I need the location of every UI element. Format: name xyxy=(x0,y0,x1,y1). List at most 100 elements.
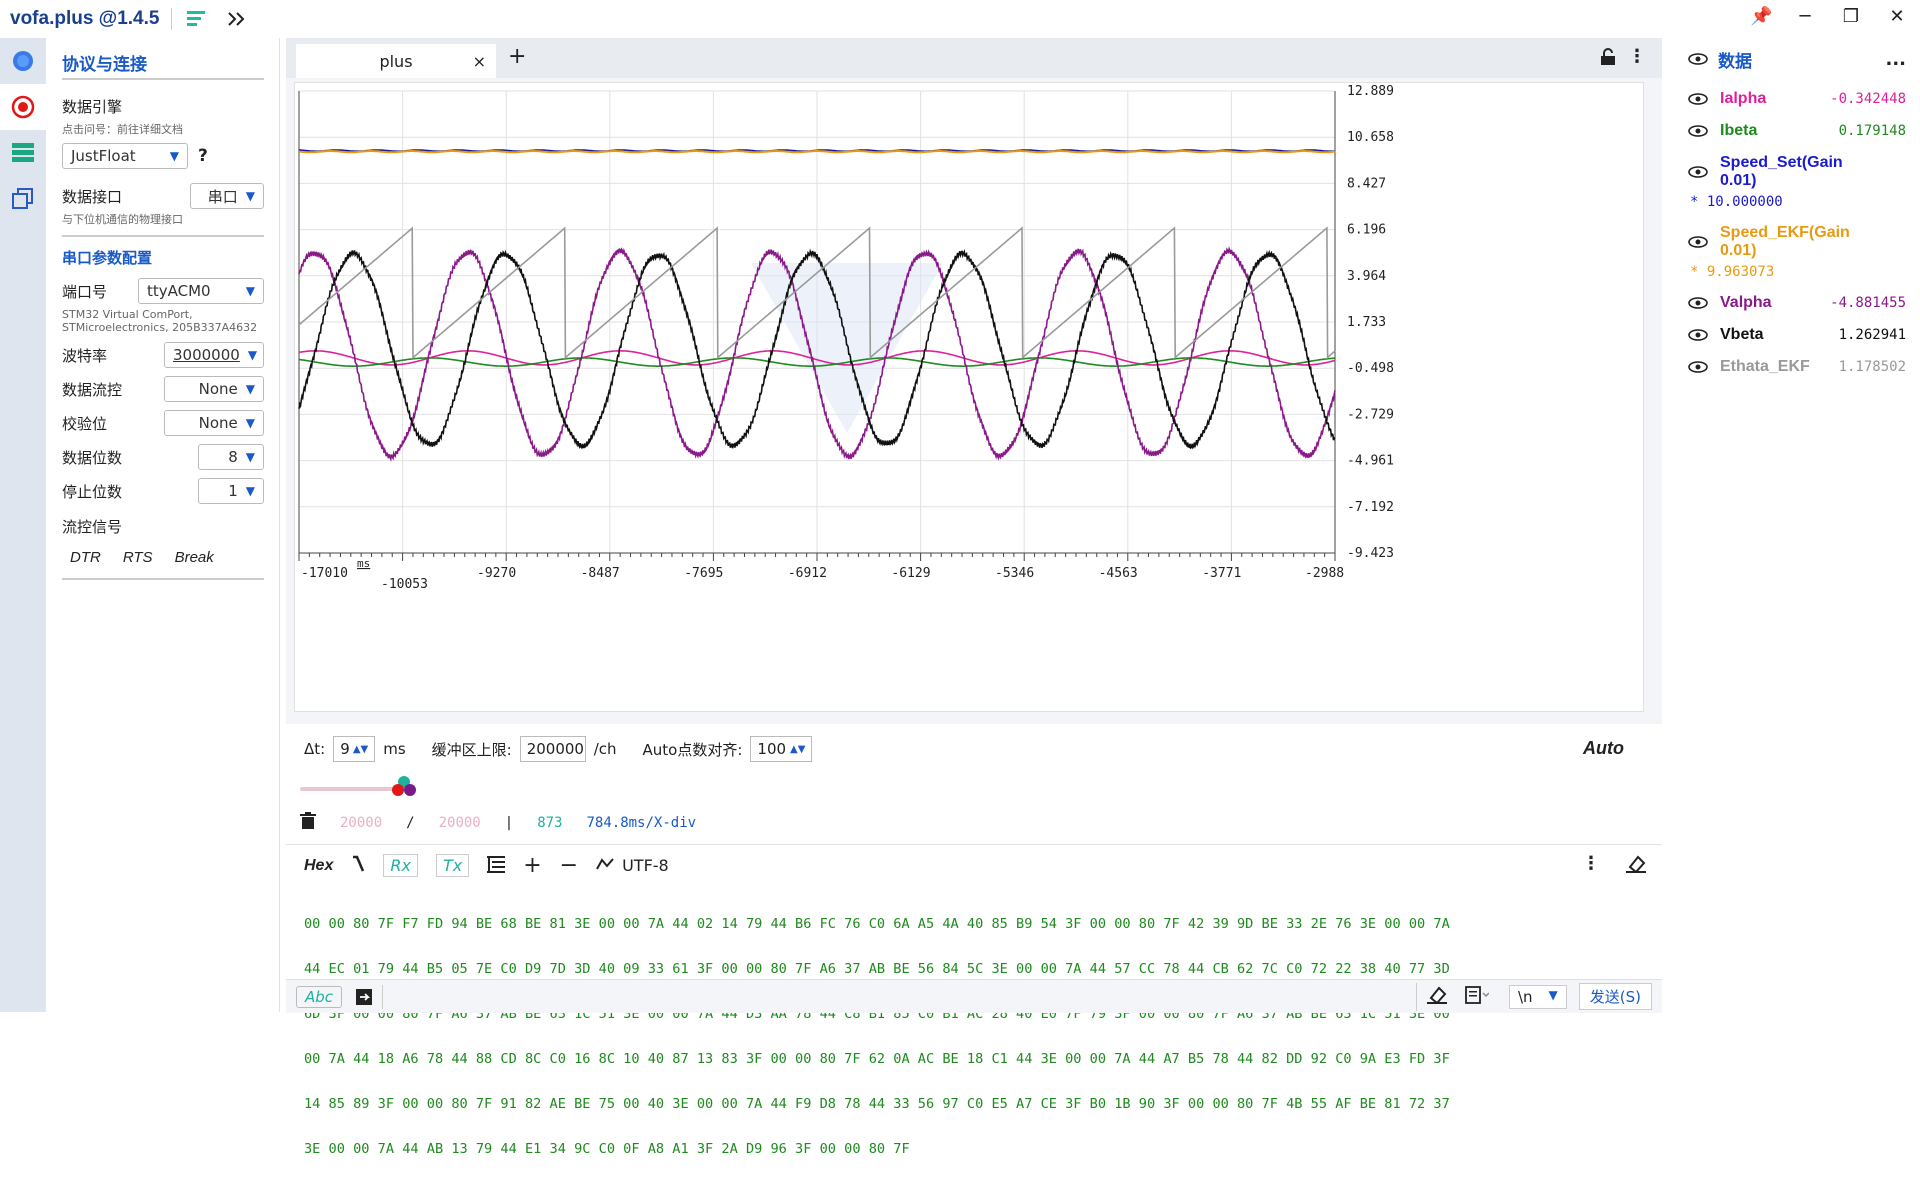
send-button[interactable]: 发送(S) xyxy=(1578,983,1652,1010)
port-desc-1: STM32 Virtual ComPort, xyxy=(62,308,193,321)
baud-label: 波特率 xyxy=(62,346,108,365)
baud-select[interactable]: 3000000 ▼ xyxy=(164,342,264,368)
iface-label: 数据接口 xyxy=(62,187,123,206)
text-mode-button[interactable]: Abc xyxy=(296,985,343,1008)
more-vert-icon[interactable]: ⋮ xyxy=(1582,853,1600,874)
channel-item[interactable]: Vbeta 1.262941 xyxy=(1688,326,1920,344)
parity-select[interactable]: None ▼ xyxy=(164,410,264,436)
pin-icon[interactable]: 📌 xyxy=(1750,6,1772,27)
channel-item[interactable]: Speed_Set(Gain 0.01) * 10.000000 xyxy=(1688,154,1920,210)
channel-value: * 9.963073 xyxy=(1690,264,1775,280)
eye-icon[interactable] xyxy=(1688,165,1710,179)
newline-select[interactable]: \n ▼ xyxy=(1508,984,1567,1009)
parity-label: 校验位 xyxy=(62,414,108,433)
windows-icon[interactable] xyxy=(0,176,46,222)
y-tick-label: 8.427 xyxy=(1347,176,1386,191)
hex-toggle-button[interactable]: Hex xyxy=(304,857,333,875)
stopbits-label: 停止位数 xyxy=(62,482,123,501)
engine-label: 数据引擎 xyxy=(62,98,123,116)
dt-input[interactable]: 9 ▲▼ xyxy=(333,736,376,762)
encoding-label[interactable]: UTF-8 xyxy=(622,856,669,875)
auto-align-input[interactable]: 100 ▲▼ xyxy=(750,736,813,762)
port-label: 端口号 xyxy=(62,282,108,301)
eye-icon[interactable] xyxy=(1688,124,1710,138)
stopbits-select-value: 1 xyxy=(228,482,238,500)
flow-label: 数据流控 xyxy=(62,380,123,399)
zoom-in-icon[interactable]: + xyxy=(523,853,541,878)
eraser-icon[interactable] xyxy=(1626,855,1646,877)
eye-icon[interactable] xyxy=(1688,235,1710,249)
restore-button[interactable]: ❐ xyxy=(1842,6,1860,27)
spin-icon[interactable]: ▲▼ xyxy=(790,744,805,755)
iface-select[interactable]: 串口 ▼ xyxy=(190,183,264,209)
hex-line: 14 85 89 3F 00 00 80 7F 91 82 AE BE 75 0… xyxy=(304,1096,1450,1112)
eye-icon[interactable] xyxy=(1688,92,1710,106)
plot-area[interactable]: 12.889 10.658 8.427 6.196 3.964 1.733 -0.498 -2… xyxy=(294,82,1644,712)
dtr-button[interactable]: DTR xyxy=(70,549,101,566)
history-icon[interactable] xyxy=(1465,985,1490,1008)
port-select[interactable]: ttyACM0 ▼ xyxy=(138,278,264,304)
double-chevron-right-icon[interactable] xyxy=(224,6,250,32)
rts-button[interactable]: RTS xyxy=(123,549,153,566)
databits-select[interactable]: 8 ▼ xyxy=(198,444,264,470)
eye-icon[interactable] xyxy=(1688,296,1710,310)
cursor-icon[interactable] xyxy=(351,855,365,877)
channel-name: Vbeta xyxy=(1720,326,1764,343)
chevron-down-icon: ▼ xyxy=(245,382,255,396)
minimize-button[interactable]: ─ xyxy=(1796,6,1814,27)
connection-status-icon[interactable] xyxy=(0,38,46,84)
list-panel-icon[interactable] xyxy=(0,130,46,176)
more-horiz-icon[interactable]: ... xyxy=(1885,49,1906,70)
break-button[interactable]: Break xyxy=(175,549,214,566)
port-select-value: ttyACM0 xyxy=(147,282,211,300)
channel-item[interactable]: Ialpha -0.342448 xyxy=(1688,90,1920,108)
channel-item[interactable]: Ibeta 0.179148 xyxy=(1688,122,1920,140)
record-icon[interactable] xyxy=(0,84,46,130)
trash-icon[interactable] xyxy=(300,812,316,834)
x-tick-label: -3771 xyxy=(1202,566,1241,581)
more-vert-icon[interactable]: ⋮ xyxy=(1628,46,1646,67)
chevron-down-icon: ▼ xyxy=(245,416,255,430)
eye-icon[interactable] xyxy=(1688,51,1710,69)
x-tick-label: -10053 xyxy=(381,577,428,592)
spin-icon[interactable]: ▲▼ xyxy=(353,744,368,755)
send-file-icon[interactable] xyxy=(354,987,374,1007)
lock-open-icon[interactable] xyxy=(1600,48,1616,70)
buffer-input[interactable]: 200000 xyxy=(519,736,586,762)
tab-plus[interactable]: plus × xyxy=(296,44,496,78)
stat-slash: / xyxy=(406,815,415,831)
range-slider[interactable] xyxy=(300,776,424,800)
rx-toggle-button[interactable]: Rx xyxy=(383,854,418,877)
zoom-out-icon[interactable]: − xyxy=(560,853,578,878)
channel-item[interactable]: Speed_EKF(Gain 0.01) * 9.963073 xyxy=(1688,224,1920,280)
stopbits-select[interactable]: 1 ▼ xyxy=(198,478,264,504)
tab-close-icon[interactable]: × xyxy=(473,52,486,71)
serial-monitor: Hex Rx Tx + − UTF-8 ⋮ 00 00 80 7F F7 FD … xyxy=(286,844,1662,1157)
slider-handle-purple[interactable] xyxy=(404,784,416,796)
channel-list: Ialpha -0.342448 Ibeta 0.179148 Speed_Set(Ga… xyxy=(1688,90,1920,376)
menu-lines-icon[interactable] xyxy=(184,6,210,32)
wrap-text-icon[interactable] xyxy=(487,855,506,877)
divider xyxy=(62,578,264,580)
slider-handle-red[interactable] xyxy=(392,784,404,796)
send-input[interactable] xyxy=(383,982,1416,1012)
channel-name: Speed_EKF(Gain 0.01) xyxy=(1720,224,1850,259)
engine-select[interactable]: JustFloat ▼ xyxy=(62,143,188,169)
eye-icon[interactable] xyxy=(1688,328,1710,342)
close-button[interactable]: ✕ xyxy=(1888,6,1906,27)
auto-button[interactable]: Auto xyxy=(1583,738,1624,759)
channel-name: Valpha xyxy=(1720,294,1772,311)
channel-item[interactable]: Valpha -4.881455 xyxy=(1688,294,1920,312)
add-tab-button[interactable]: + xyxy=(508,44,526,69)
clear-input-icon[interactable] xyxy=(1426,986,1447,1008)
flow-select-value: None xyxy=(198,380,238,398)
help-link[interactable]: ? xyxy=(198,146,208,166)
chevron-down-icon: ▼ xyxy=(245,189,255,203)
flow-select[interactable]: None ▼ xyxy=(164,376,264,402)
section-title-serial: 串口参数配置 xyxy=(62,249,153,267)
channel-item[interactable]: Ethata_EKF 1.178502 xyxy=(1688,358,1920,376)
waveform-chart[interactable]: 12.889 10.658 8.427 6.196 3.964 1.733 -0.498 -2… xyxy=(295,83,1645,713)
eye-icon[interactable] xyxy=(1688,360,1710,374)
chevron-down-icon: ▼ xyxy=(245,450,255,464)
tx-toggle-button[interactable]: Tx xyxy=(435,854,470,877)
